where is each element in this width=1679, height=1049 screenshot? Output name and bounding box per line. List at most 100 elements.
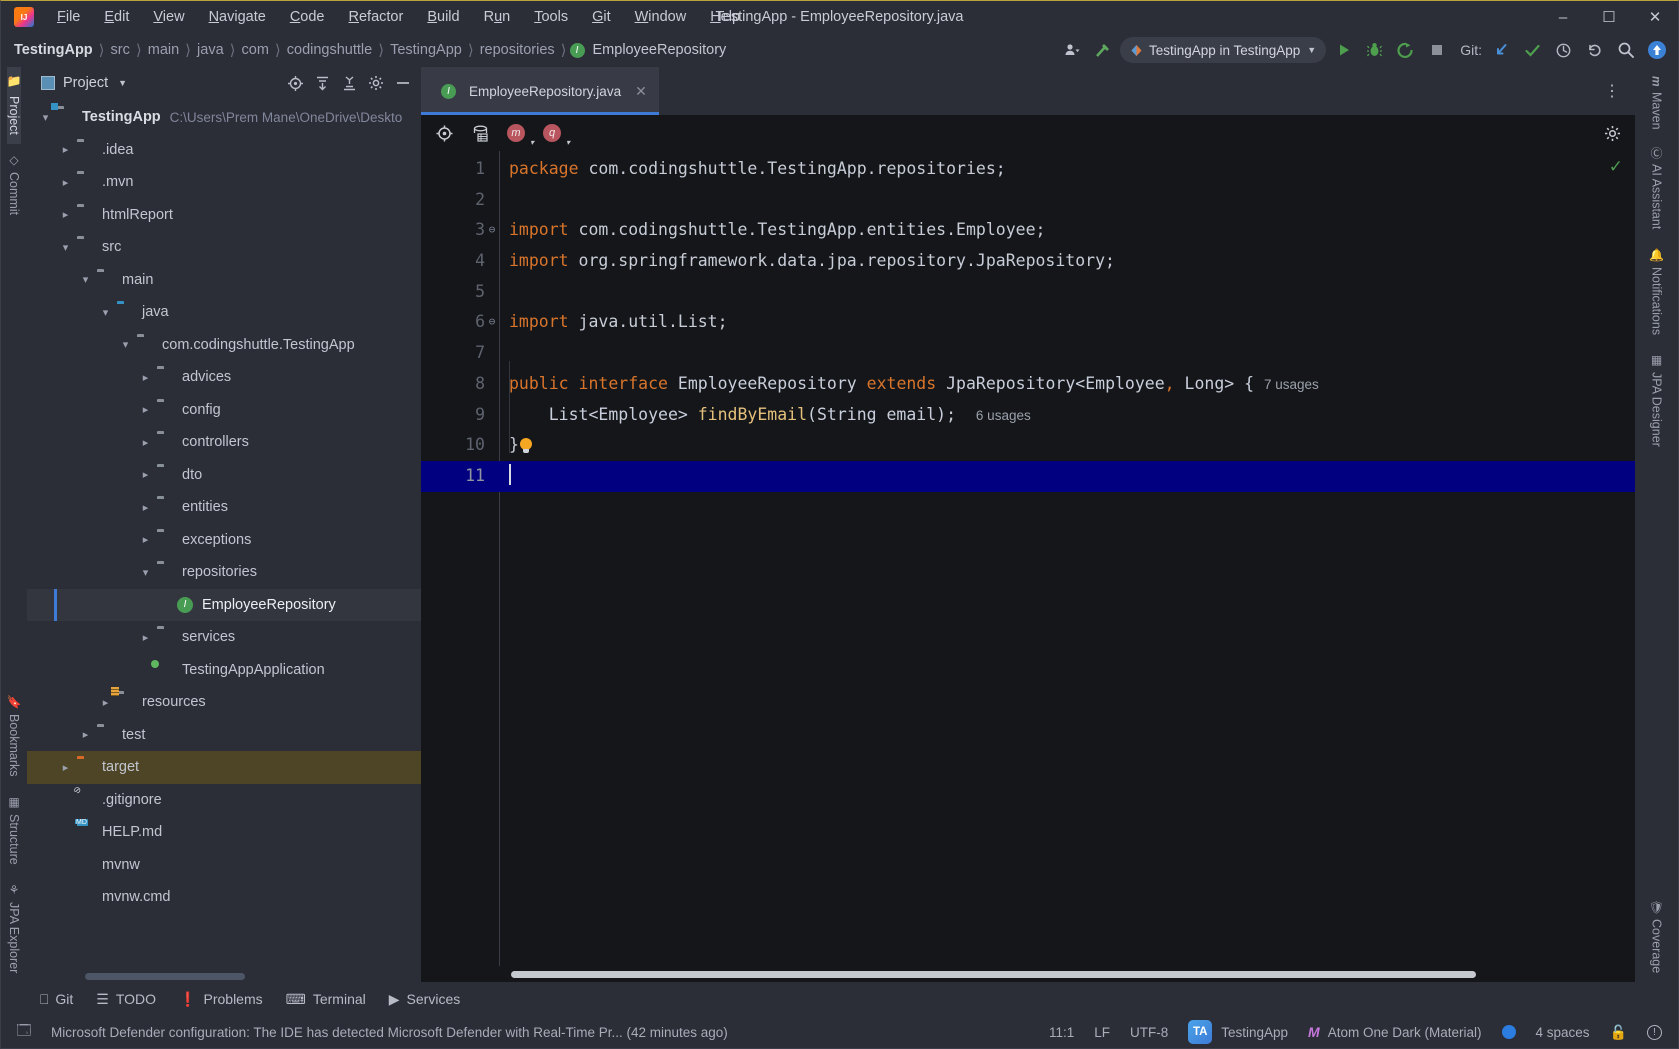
chevron-right-icon[interactable]: ▸: [139, 436, 152, 449]
gear-icon[interactable]: [364, 71, 388, 95]
chevron-right-icon[interactable]: ▸: [139, 403, 152, 416]
chevron-right-icon[interactable]: ▸: [139, 371, 152, 384]
tree-item-help-md[interactable]: ▸HELP.md: [27, 816, 421, 849]
indent-widget[interactable]: 4 spaces: [1536, 1025, 1590, 1040]
chevron-right-icon[interactable]: ▸: [139, 533, 152, 546]
menu-window[interactable]: Window: [624, 5, 698, 29]
color-scheme-widget[interactable]: M Atom One Dark (Material): [1308, 1024, 1481, 1040]
bottom-item-git[interactable]: ⎕ Git: [31, 987, 82, 1012]
tree-item--gitignore[interactable]: ▸.gitignore: [27, 784, 421, 817]
inspection-status-icon[interactable]: ✓: [1609, 157, 1623, 177]
chevron-right-icon[interactable]: ▸: [59, 143, 72, 156]
expand-all-icon[interactable]: [310, 71, 334, 95]
unlocked-icon[interactable]: 🔓: [1610, 1024, 1627, 1041]
tree-item-java[interactable]: ▾ java: [27, 296, 421, 329]
breadcrumb-item-4[interactable]: com: [239, 40, 272, 60]
menu-tools[interactable]: Tools: [523, 5, 579, 29]
maximize-button[interactable]: ☐: [1586, 1, 1632, 33]
caret-position[interactable]: 11:1: [1049, 1025, 1074, 1040]
chevron-down-icon[interactable]: ▼: [118, 78, 127, 88]
menu-build[interactable]: Build: [416, 5, 470, 29]
line-number[interactable]: 9: [421, 400, 499, 431]
notification-icon[interactable]: 🗔: [11, 1020, 37, 1044]
tree-item-controllers[interactable]: ▸ controllers: [27, 426, 421, 459]
minimize-button[interactable]: –: [1540, 1, 1586, 33]
usages-hint[interactable]: 6 usages: [976, 408, 1031, 423]
fold-marker-icon[interactable]: ⊖: [486, 307, 498, 338]
query-badge-icon[interactable]: q: [541, 122, 563, 144]
update-project-icon[interactable]: [1488, 37, 1515, 64]
code-line[interactable]: import com.codingshuttle.TestingApp.enti…: [499, 215, 1635, 246]
run-with-coverage-icon[interactable]: [1392, 37, 1419, 64]
blue-dot-icon[interactable]: [1501, 1025, 1516, 1039]
stop-icon[interactable]: [1423, 37, 1450, 64]
line-number[interactable]: 2: [421, 185, 499, 216]
menu-help[interactable]: Help: [699, 5, 751, 29]
breadcrumb-item-8[interactable]: EmployeeRepository: [590, 40, 730, 60]
tree-item-entities[interactable]: ▸ entities: [27, 491, 421, 524]
chevron-right-icon[interactable]: ▸: [79, 728, 92, 741]
user-profile-icon[interactable]: [1058, 37, 1085, 64]
rollback-icon[interactable]: [1581, 37, 1608, 64]
line-number[interactable]: 4: [421, 246, 499, 277]
code-line[interactable]: public interface EmployeeRepository exte…: [499, 369, 1635, 400]
line-number[interactable]: 8: [421, 369, 499, 400]
breadcrumb-item-0[interactable]: TestingApp: [11, 40, 96, 60]
code-content[interactable]: package com.codingshuttle.TestingApp.rep…: [499, 151, 1635, 966]
menu-file[interactable]: File: [46, 5, 91, 29]
sidebar-item-bookmarks[interactable]: 🔖 Bookmarks: [7, 686, 21, 786]
sidebar-item-ai-assistant[interactable]: Ⓒ AI Assistant: [1648, 138, 1665, 238]
status-message[interactable]: Microsoft Defender configuration: The ID…: [51, 1025, 728, 1040]
model-badge-icon[interactable]: m: [505, 122, 527, 144]
menu-run[interactable]: Run: [473, 5, 522, 29]
code-line[interactable]: package com.codingshuttle.TestingApp.rep…: [499, 154, 1635, 185]
tree-item-dto[interactable]: ▸ dto: [27, 459, 421, 492]
line-number-gutter[interactable]: 1 2 3 ⊖ 4 5 6 ⊖ 7 8 9 10 11: [421, 151, 499, 966]
tree-item-mvnw-cmd[interactable]: ▸mvnw.cmd: [27, 881, 421, 914]
intention-bulb-icon[interactable]: [519, 438, 533, 454]
chevron-down-icon[interactable]: ▾: [119, 338, 132, 351]
chevron-right-icon[interactable]: ▸: [59, 208, 72, 221]
tree-item-test[interactable]: ▸ test: [27, 719, 421, 752]
breadcrumb-item-3[interactable]: java: [194, 40, 227, 60]
code-editor[interactable]: 1 2 3 ⊖ 4 5 6 ⊖ 7 8 9 10 11 package com.codingshuttl…: [421, 151, 1635, 966]
code-line[interactable]: }: [499, 430, 1635, 461]
menu-edit[interactable]: Edit: [93, 5, 140, 29]
tree-item-testingapp[interactable]: ▾ TestingApp C:\Users\Prem Mane\OneDrive\D…: [27, 101, 421, 134]
usages-hint[interactable]: 7 usages: [1264, 377, 1319, 392]
line-separator[interactable]: LF: [1094, 1025, 1110, 1040]
chevron-down-icon[interactable]: ▾: [79, 273, 92, 286]
sidebar-item-maven[interactable]: m Maven: [1650, 67, 1664, 138]
menu-refactor[interactable]: Refactor: [338, 5, 415, 29]
tree-item-services[interactable]: ▸ services: [27, 621, 421, 654]
bottom-item-todo[interactable]: ☰ TODO: [87, 987, 165, 1012]
chevron-right-icon[interactable]: ▸: [59, 176, 72, 189]
updates-available-icon[interactable]: [1643, 37, 1670, 64]
bottom-item-services[interactable]: ▶ Services: [380, 987, 469, 1012]
line-number[interactable]: 7: [421, 338, 499, 369]
tree-item-testingappapplication[interactable]: ▸TestingAppApplication: [27, 654, 421, 687]
line-number[interactable]: 10: [421, 430, 499, 461]
chevron-down-icon[interactable]: ▾: [59, 241, 72, 254]
tree-item-advices[interactable]: ▸ advices: [27, 361, 421, 394]
tree-item--mvn[interactable]: ▸ .mvn: [27, 166, 421, 199]
select-in-project-icon[interactable]: [433, 122, 455, 144]
tree-item-src[interactable]: ▾ src: [27, 231, 421, 264]
chevron-right-icon[interactable]: ▸: [139, 631, 152, 644]
tree-item-main[interactable]: ▾ main: [27, 264, 421, 297]
chevron-right-icon[interactable]: ▸: [139, 468, 152, 481]
tree-item-mvnw[interactable]: ▸mvnw: [27, 849, 421, 882]
breadcrumb-item-5[interactable]: codingshuttle: [284, 40, 375, 60]
tree-item-com-codingshuttle-testingapp[interactable]: ▾ com.codingshuttle.TestingApp: [27, 329, 421, 362]
sidebar-item-commit[interactable]: ◇ Commit: [7, 144, 21, 224]
project-horizontal-scrollbar[interactable]: [85, 973, 245, 980]
debug-icon[interactable]: [1361, 37, 1388, 64]
select-opened-file-icon[interactable]: [283, 71, 307, 95]
bottom-item-terminal[interactable]: ⌨ Terminal: [277, 987, 375, 1012]
line-number[interactable]: 1: [421, 154, 499, 185]
gear-icon[interactable]: [1601, 122, 1623, 144]
bottom-item-problems[interactable]: ❗ Problems: [170, 987, 272, 1012]
breadcrumb-item-7[interactable]: repositories: [477, 40, 558, 60]
code-line[interactable]: [499, 277, 1635, 308]
sidebar-item-jpa-designer[interactable]: ▦ JPA Designer: [1650, 344, 1664, 456]
